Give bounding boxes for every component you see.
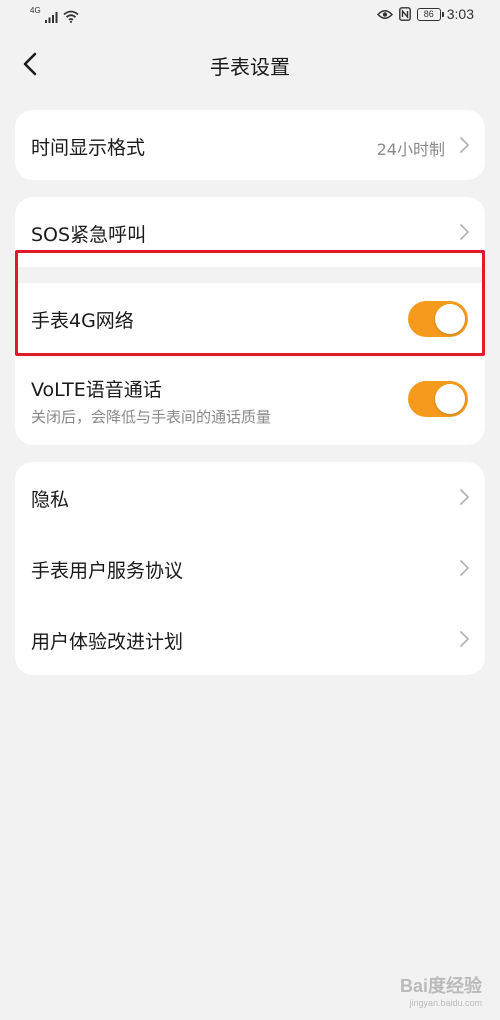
- network-settings-card: SOS紧急呼叫 手表4G网络 VoLTE语音通话 关闭后，会降低与手表间的通话质…: [15, 197, 485, 445]
- chevron-right-icon: [460, 560, 469, 576]
- legal-card: 隐私 手表用户服务协议 用户体验改进计划: [15, 462, 485, 675]
- chevron-right-icon: [460, 224, 469, 240]
- wifi-icon: [63, 10, 79, 23]
- divider-strip: [15, 267, 485, 283]
- status-bar: 4G 86 3:03: [0, 0, 500, 34]
- nfc-icon: [398, 7, 411, 21]
- volte-sublabel: 关闭后，会降低与手表间的通话质量: [31, 408, 272, 426]
- volte-row: VoLTE语音通话 关闭后，会降低与手表间的通话质量: [15, 367, 485, 445]
- ux-program-row[interactable]: 用户体验改进计划: [15, 604, 485, 675]
- chevron-right-icon: [460, 137, 469, 153]
- status-right: 86 3:03: [376, 6, 474, 22]
- watch-4g-network-toggle[interactable]: [408, 301, 468, 337]
- toggle-knob: [435, 384, 465, 414]
- privacy-label: 隐私: [31, 489, 70, 511]
- watermark: Bai度经验 jingyan.baidu.com: [400, 972, 482, 1008]
- chevron-right-icon: [460, 489, 469, 505]
- page-title: 手表设置: [210, 55, 290, 79]
- network-type-label: 4G: [30, 6, 41, 15]
- volte-label: VoLTE语音通话: [31, 379, 162, 401]
- watch-4g-network-label: 手表4G网络: [31, 310, 134, 332]
- toggle-knob: [435, 304, 465, 334]
- watch-4g-network-row: 手表4G网络: [15, 283, 485, 355]
- eye-icon: [376, 9, 393, 19]
- sos-label: SOS紧急呼叫: [31, 224, 147, 246]
- time-format-value: 24小时制: [376, 140, 445, 159]
- chevron-right-icon: [460, 631, 469, 647]
- app-header: 手表设置: [0, 36, 500, 92]
- watermark-url: jingyan.baidu.com: [409, 998, 482, 1008]
- user-agreement-row[interactable]: 手表用户服务协议: [15, 533, 485, 604]
- status-time: 3:03: [446, 6, 474, 22]
- signal-icon: [44, 12, 58, 23]
- watermark-logo: Bai度经验: [399, 976, 482, 996]
- time-format-row[interactable]: 时间显示格式 24小时制: [15, 110, 485, 180]
- user-agreement-label: 手表用户服务协议: [31, 560, 184, 582]
- ux-program-label: 用户体验改进计划: [31, 631, 184, 653]
- sos-row[interactable]: SOS紧急呼叫: [15, 197, 485, 267]
- privacy-row[interactable]: 隐私: [15, 462, 485, 533]
- volte-toggle[interactable]: [408, 381, 468, 417]
- time-format-label: 时间显示格式: [31, 137, 146, 159]
- battery-icon: 86: [416, 7, 444, 21]
- status-left: 4G: [30, 7, 79, 23]
- time-format-card: 时间显示格式 24小时制: [15, 110, 485, 180]
